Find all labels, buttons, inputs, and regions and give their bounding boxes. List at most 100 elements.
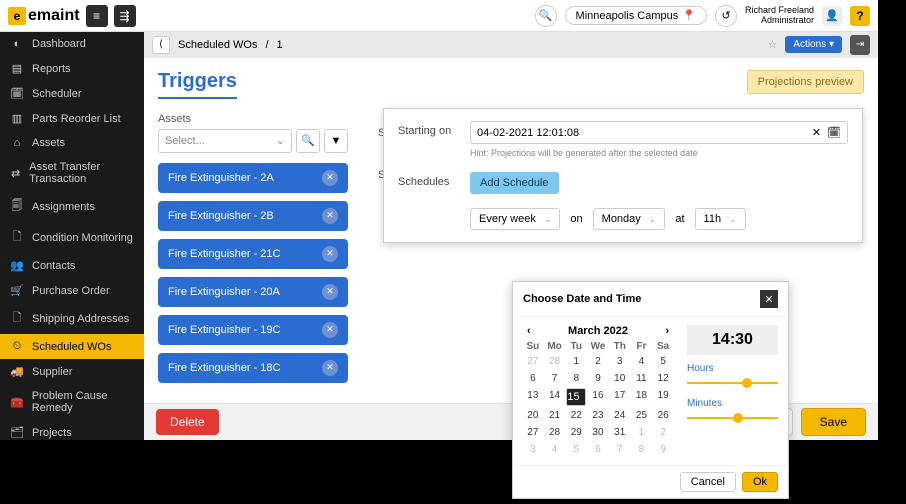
calendar-day[interactable]: 27 (523, 354, 543, 369)
asset-search-button[interactable]: 🔍 (296, 129, 320, 153)
calendar-day[interactable]: 27 (523, 425, 543, 440)
sidebar-item-parts-reorder-list[interactable]: ▥Parts Reorder List (0, 106, 144, 131)
calendar-day[interactable]: 28 (545, 354, 565, 369)
sidebar-item-purchase-order[interactable]: 🛒Purchase Order (0, 278, 144, 303)
calendar-day[interactable]: 9 (588, 371, 608, 386)
asset-pill[interactable]: Fire Extinguisher - 19C✕ (158, 315, 348, 345)
calendar-day[interactable]: 29 (566, 425, 586, 440)
calendar-day[interactable]: 16 (588, 388, 608, 406)
sidebar-item-shipping-addresses[interactable]: 🗋Shipping Addresses (0, 303, 144, 334)
sidebar-item-scheduled-wos[interactable]: ⏲Scheduled WOs (0, 334, 144, 359)
calendar-day[interactable]: 17 (610, 388, 630, 406)
sidebar-item-reports[interactable]: ▤Reports (0, 56, 144, 81)
calendar-day[interactable]: 4 (632, 354, 652, 369)
hours-slider[interactable] (687, 376, 778, 390)
remove-asset-icon[interactable]: ✕ (322, 284, 338, 300)
asset-pill[interactable]: Fire Extinguisher - 18C✕ (158, 353, 348, 383)
calendar-day[interactable]: 22 (566, 408, 586, 423)
calendar-day[interactable]: 7 (610, 442, 630, 457)
calendar-day[interactable]: 18 (632, 388, 652, 406)
calendar-day[interactable]: 12 (653, 371, 673, 386)
export-icon[interactable]: ⇥ (850, 35, 870, 55)
save-button[interactable]: Save (801, 408, 866, 436)
sidebar-item-dashboard[interactable]: ◐Dashboard (0, 32, 144, 56)
calendar-day[interactable]: 5 (566, 442, 586, 457)
calendar-day[interactable]: 8 (566, 371, 586, 386)
calendar-day[interactable]: 13 (523, 388, 543, 406)
actions-button[interactable]: Actions ▾ (785, 36, 842, 53)
calendar-day[interactable]: 3 (523, 442, 543, 457)
asset-pill[interactable]: Fire Extinguisher - 2A✕ (158, 163, 348, 193)
calendar-day[interactable]: 4 (545, 442, 565, 457)
sidebar-item-assets[interactable]: ⌂Assets (0, 131, 144, 155)
sidebar-item-projects[interactable]: 🗂Projects (0, 420, 144, 440)
calendar-icon[interactable]: 🗓 (827, 126, 841, 139)
logo[interactable]: eemaint (8, 7, 80, 25)
day-select[interactable]: Monday⌄ (593, 208, 666, 230)
remove-asset-icon[interactable]: ✕ (322, 170, 338, 186)
share-icon[interactable]: ⇶ (114, 5, 136, 27)
calendar-day[interactable]: 1 (632, 425, 652, 440)
calendar-day[interactable]: 8 (632, 442, 652, 457)
asset-filter-button[interactable]: ▼ (324, 129, 348, 153)
sidebar-item-asset-transfer-transaction[interactable]: ⇄Asset Transfer Transaction (0, 155, 144, 191)
breadcrumb-page[interactable]: Scheduled WOs (178, 39, 257, 51)
remove-asset-icon[interactable]: ✕ (322, 322, 338, 338)
calendar-day[interactable]: 6 (523, 371, 543, 386)
history-icon[interactable]: ↺ (715, 5, 737, 27)
sidebar-item-scheduler[interactable]: 🗓Scheduler (0, 81, 144, 106)
sidebar-item-condition-monitoring[interactable]: 🗋Condition Monitoring (0, 222, 144, 253)
user-block[interactable]: Richard Freeland Administrator (745, 6, 814, 26)
picker-ok-button[interactable]: Ok (742, 472, 778, 492)
search-icon[interactable]: 🔍 (535, 5, 557, 27)
back-icon[interactable]: ⟨ (152, 36, 170, 54)
calendar-day[interactable]: 7 (545, 371, 565, 386)
prev-month-icon[interactable]: ‹ (523, 325, 535, 337)
calendar-day[interactable]: 9 (653, 442, 673, 457)
next-month-icon[interactable]: › (661, 325, 673, 337)
calendar-day[interactable]: 19 (653, 388, 673, 406)
frequency-select[interactable]: Every week⌄ (470, 208, 560, 230)
user-icon[interactable]: 👤 (822, 6, 842, 26)
remove-asset-icon[interactable]: ✕ (322, 208, 338, 224)
calendar-day[interactable]: 24 (610, 408, 630, 423)
calendar-day[interactable]: 2 (653, 425, 673, 440)
add-schedule-button[interactable]: Add Schedule (470, 172, 559, 194)
picker-cancel-button[interactable]: Cancel (680, 472, 736, 492)
calendar-day[interactable]: 6 (588, 442, 608, 457)
campus-selector[interactable]: Minneapolis Campus 📍 (565, 6, 707, 25)
calendar-day[interactable]: 14 (545, 388, 565, 406)
remove-asset-icon[interactable]: ✕ (322, 360, 338, 376)
projections-preview-button[interactable]: Projections preview (747, 70, 864, 94)
calendar-day[interactable]: 31 (610, 425, 630, 440)
remove-asset-icon[interactable]: ✕ (322, 246, 338, 262)
asset-select[interactable]: Select... ⌄ (158, 129, 292, 153)
calendar-day[interactable]: 20 (523, 408, 543, 423)
hour-select[interactable]: 11h⌄ (695, 208, 746, 230)
calendar-day[interactable]: 2 (588, 354, 608, 369)
starting-date-input[interactable]: 04-02-2021 12:01:08 ✕ 🗓 (470, 121, 848, 144)
asset-pill[interactable]: Fire Extinguisher - 2B✕ (158, 201, 348, 231)
sidebar-item-contacts[interactable]: 👥Contacts (0, 253, 144, 278)
calendar-day[interactable]: 3 (610, 354, 630, 369)
sidebar-item-supplier[interactable]: 🚚Supplier (0, 359, 144, 384)
asset-pill[interactable]: Fire Extinguisher - 20A✕ (158, 277, 348, 307)
calendar-day[interactable]: 10 (610, 371, 630, 386)
calendar-day[interactable]: 11 (632, 371, 652, 386)
calendar-day[interactable]: 15 (566, 388, 586, 406)
calendar-day[interactable]: 1 (566, 354, 586, 369)
calendar-day[interactable]: 30 (588, 425, 608, 440)
calendar-day[interactable]: 25 (632, 408, 652, 423)
sidebar-item-problem-cause-remedy[interactable]: 🧰Problem Cause Remedy (0, 384, 144, 420)
sidebar-item-assignments[interactable]: 🗐Assignments (0, 191, 144, 222)
asset-pill[interactable]: Fire Extinguisher - 21C✕ (158, 239, 348, 269)
clear-icon[interactable]: ✕ (812, 126, 821, 139)
delete-button[interactable]: Delete (156, 409, 219, 435)
calendar-day[interactable]: 5 (653, 354, 673, 369)
minutes-slider[interactable] (687, 411, 778, 425)
calendar-day[interactable]: 21 (545, 408, 565, 423)
calendar-day[interactable]: 28 (545, 425, 565, 440)
star-icon[interactable]: ☆ (768, 38, 778, 51)
calendar-day[interactable]: 23 (588, 408, 608, 423)
help-icon[interactable]: ? (850, 6, 870, 26)
